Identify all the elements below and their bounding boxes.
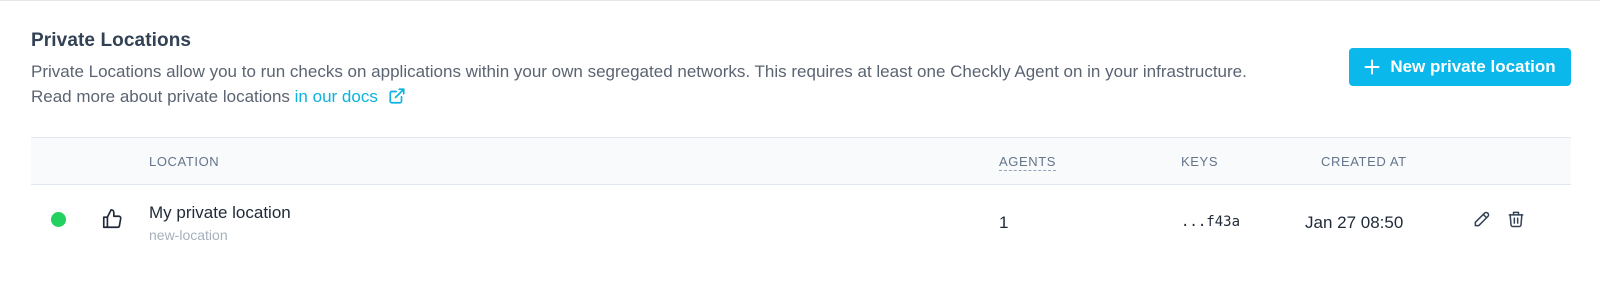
created-at-value: Jan 27 08:50 bbox=[1305, 213, 1404, 232]
column-header-location: LOCATION bbox=[149, 154, 220, 169]
table-header: LOCATION AGENTS KEYS CREATED AT bbox=[31, 137, 1571, 185]
external-link-icon[interactable] bbox=[388, 87, 406, 105]
agents-count: 1 bbox=[999, 213, 1009, 232]
thumbs-up-icon bbox=[101, 208, 123, 230]
plus-icon bbox=[1364, 59, 1380, 75]
location-slug: new-location bbox=[149, 227, 228, 243]
page-description: Private Locations allow you to run check… bbox=[31, 60, 1261, 109]
private-locations-header: Private Locations Private Locations allo… bbox=[31, 28, 1571, 128]
new-private-location-button[interactable]: New private location bbox=[1349, 48, 1571, 86]
new-private-location-label: New private location bbox=[1390, 57, 1556, 76]
api-key-suffix: ...f43a bbox=[1181, 214, 1241, 230]
column-header-created-at: CREATED AT bbox=[1321, 154, 1407, 169]
description-text: Private Locations allow you to run check… bbox=[31, 62, 1247, 106]
edit-pencil-icon[interactable] bbox=[1472, 209, 1492, 229]
private-locations-table: LOCATION AGENTS KEYS CREATED AT My priva… bbox=[31, 137, 1571, 257]
page-title: Private Locations bbox=[31, 30, 192, 51]
trash-icon[interactable] bbox=[1506, 209, 1526, 229]
status-dot bbox=[51, 212, 66, 227]
column-header-keys: KEYS bbox=[1181, 154, 1219, 169]
location-name[interactable]: My private location bbox=[149, 203, 291, 223]
docs-link[interactable]: in our docs bbox=[295, 87, 378, 106]
column-header-agents[interactable]: AGENTS bbox=[999, 154, 1057, 171]
table-row[interactable]: My private location new-location 1 ...f4… bbox=[31, 185, 1571, 257]
top-divider bbox=[0, 0, 1600, 1]
